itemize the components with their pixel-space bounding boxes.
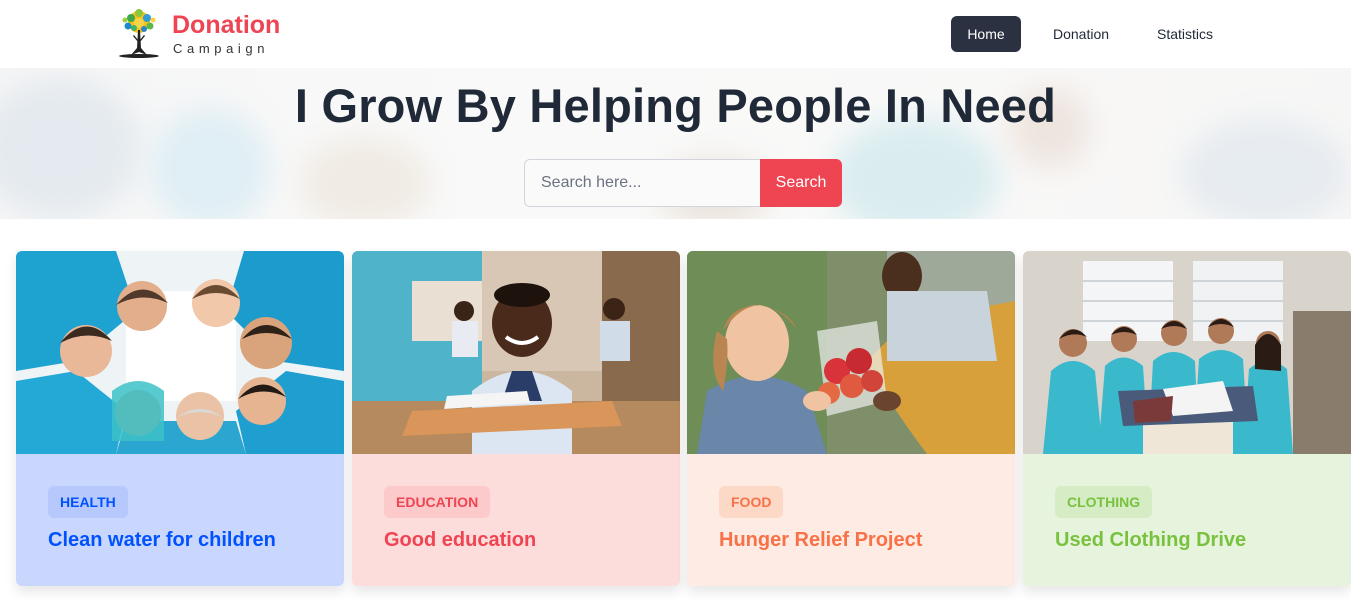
donation-card-clothing[interactable]: Clothing Used Clothing Drive <box>1023 251 1351 586</box>
category-badge: Education <box>384 486 491 518</box>
card-body: Clothing Used Clothing Drive <box>1023 454 1351 586</box>
brand-text: Donation Campaign <box>172 11 281 56</box>
card-body: Food Hunger Relief Project <box>687 454 1015 586</box>
nav-donation-link[interactable]: Donation <box>1037 16 1125 52</box>
navbar: Donation Campaign Home Donation Statisti… <box>0 0 1351 68</box>
search-input[interactable] <box>524 159 761 207</box>
category-badge: Food <box>719 486 784 518</box>
brand-subtitle: Campaign <box>173 41 270 56</box>
donation-card-education[interactable]: Education Good education <box>352 251 680 586</box>
card-title: Used Clothing Drive <box>1055 529 1247 551</box>
brand-logo[interactable]: Donation Campaign <box>114 8 280 60</box>
card-title: Hunger Relief Project <box>719 529 923 551</box>
donation-card-health[interactable]: Health Clean water for children <box>16 251 344 586</box>
volunteers-circle-photo <box>16 251 344 454</box>
clothing-volunteers-photo <box>1023 251 1351 454</box>
search-button[interactable]: Search <box>760 159 842 207</box>
category-badge: Clothing <box>1055 486 1153 518</box>
category-badge: Health <box>48 486 128 518</box>
girl-receiving-food-photo <box>687 251 1015 454</box>
student-classroom-photo <box>352 251 680 454</box>
search-bar: Search <box>524 159 842 207</box>
hero-banner: I Grow By Helping People In Need Search <box>0 68 1351 219</box>
nav-statistics-link[interactable]: Statistics <box>1141 16 1229 52</box>
brand-title: Donation <box>172 11 281 39</box>
card-body: Education Good education <box>352 454 680 586</box>
card-title: Clean water for children <box>48 529 276 551</box>
nav-home-link[interactable]: Home <box>951 16 1021 52</box>
hero-title: I Grow By Helping People In Need <box>294 79 1057 132</box>
card-title: Good education <box>384 529 537 551</box>
card-body: Health Clean water for children <box>16 454 344 586</box>
donation-card-food[interactable]: Food Hunger Relief Project <box>687 251 1015 586</box>
tree-icon <box>119 9 159 58</box>
